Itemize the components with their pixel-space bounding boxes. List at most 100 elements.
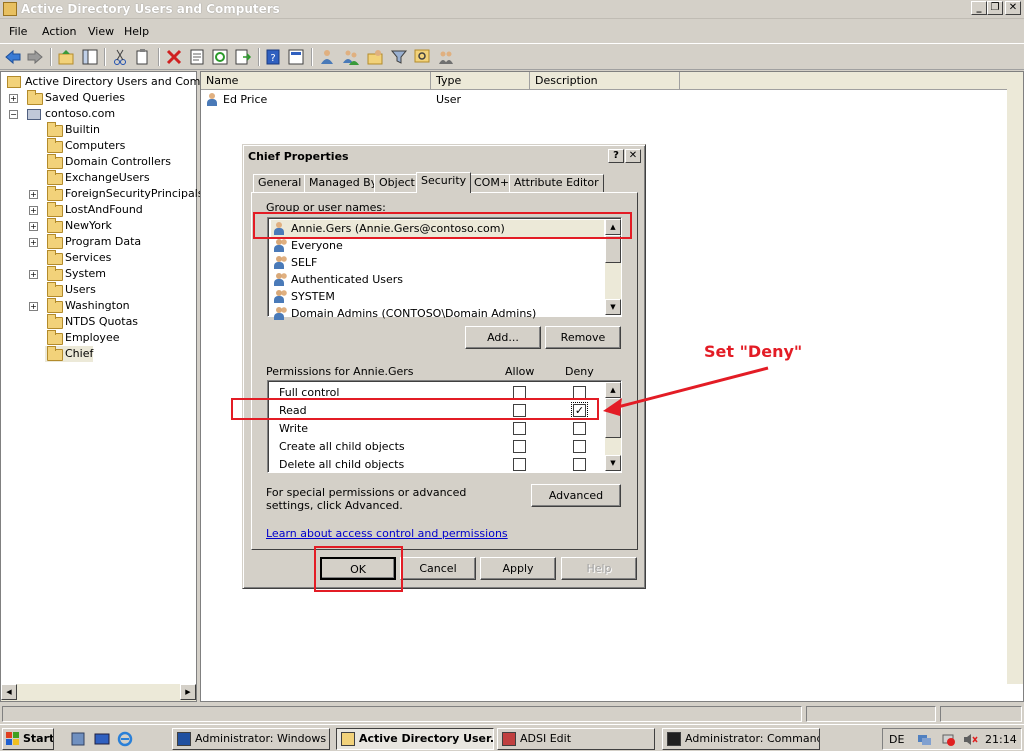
deny-checkbox[interactable] [573,458,586,471]
tab-managed-by[interactable]: Managed By [304,174,383,192]
language-indicator[interactable]: DE [889,733,904,746]
refresh-icon[interactable] [211,48,229,66]
minimize-button[interactable]: _ [971,1,987,15]
tree-item-employee[interactable]: Employee [45,330,119,346]
delete-icon[interactable] [165,48,183,66]
allow-checkbox[interactable] [513,422,526,435]
tree-item-foreignsecurityprincipals[interactable]: ForeignSecurityPrincipals [45,186,204,202]
expand-icon[interactable]: + [29,190,38,199]
expand-icon[interactable]: + [9,94,18,103]
show-tree-icon[interactable] [81,48,99,66]
action-center-icon[interactable] [941,732,956,747]
new-group-icon[interactable] [342,48,360,66]
deny-checkbox[interactable] [573,422,586,435]
user-list-item[interactable]: SELF [271,254,317,271]
internet-explorer-icon[interactable] [117,731,133,747]
menu-action[interactable]: Action [42,25,76,38]
menu-help[interactable]: Help [124,25,149,38]
export-list-icon[interactable] [234,48,252,66]
close-button[interactable]: ✕ [1005,1,1021,15]
user-list-item[interactable]: Domain Admins (CONTOSO\Domain Admins) [271,305,536,322]
column-name[interactable]: Name [201,72,431,90]
deny-checkbox[interactable] [573,440,586,453]
user-list-item[interactable]: Everyone [271,237,343,254]
tree-item-saved-queries[interactable]: Saved Queries [25,90,125,106]
expand-icon[interactable]: + [29,270,38,279]
new-ou-icon[interactable] [366,48,384,66]
tree-root[interactable]: Active Directory Users and Comput [5,74,219,90]
advanced-button[interactable]: Advanced [531,484,621,507]
perm-scroll-down-icon[interactable]: ▼ [605,455,621,471]
server-manager-icon[interactable] [70,731,86,747]
menu-view[interactable]: View [88,25,114,38]
tree-item-system[interactable]: System [45,266,106,282]
allow-checkbox[interactable] [513,440,526,453]
forward-arrow-icon[interactable] [26,48,44,66]
back-arrow-icon[interactable] [4,48,22,66]
tree-item-exchangeusers[interactable]: ExchangeUsers [45,170,150,186]
clock[interactable]: 21:14 [985,733,1017,746]
restore-button[interactable]: ❐ [987,1,1003,15]
taskbar-button[interactable]: Administrator: Command... [662,728,820,750]
tree-item-washington[interactable]: Washington [45,298,130,314]
new-user-icon[interactable] [318,48,336,66]
copy-icon[interactable] [134,48,152,66]
dialog-close-button[interactable]: ✕ [625,149,641,163]
add-button[interactable]: Add... [465,326,541,349]
expand-icon[interactable]: + [29,238,38,247]
scroll-right-icon[interactable]: ▶ [180,684,196,700]
tab-com-plus[interactable]: COM+ [469,174,515,192]
dialog-help-button[interactable]: ? [608,149,624,163]
find-icon[interactable] [413,48,431,66]
tree-item-services[interactable]: Services [45,250,111,266]
tree-item-ntds-quotas[interactable]: NTDS Quotas [45,314,138,330]
volume-muted-icon[interactable] [963,732,978,747]
expand-icon[interactable]: + [29,206,38,215]
tree-item-builtin[interactable]: Builtin [45,122,100,138]
help-book-icon[interactable]: ? [264,48,282,66]
tree-item-program-data[interactable]: Program Data [45,234,141,250]
column-type[interactable]: Type [431,72,530,90]
permissions-listbox[interactable]: Full control Read ✓ Write Create all child o… [267,380,622,473]
properties-icon[interactable] [188,48,206,66]
tree-item-users[interactable]: Users [45,282,96,298]
scroll-down-icon[interactable]: ▼ [605,299,621,315]
up-folder-icon[interactable] [57,48,75,66]
tree-item-contoso-com[interactable]: contoso.com [25,106,115,122]
window-titlebar[interactable]: Active Directory Users and Computers _ ❐… [0,0,1024,19]
tab-general[interactable]: General [253,174,307,192]
taskbar-button[interactable]: Administrator: Windows ... [172,728,330,750]
tree-item-newyork[interactable]: NewYork [45,218,112,234]
scroll-thumb[interactable] [605,235,621,263]
tree-item-chief[interactable]: Chief [45,346,94,362]
start-button[interactable]: Start [2,728,54,750]
network-icon[interactable] [917,732,932,747]
allow-checkbox[interactable] [513,458,526,471]
list-vscrollbar[interactable] [1007,72,1023,684]
collapse-icon[interactable]: − [9,110,18,119]
cut-icon[interactable] [111,48,129,66]
tab-attribute-editor[interactable]: Attribute Editor [509,174,604,192]
menu-file[interactable]: File [9,25,27,38]
show-desktop-icon[interactable] [94,731,110,747]
tree-item-lostandfound[interactable]: LostAndFound [45,202,143,218]
expand-icon[interactable]: + [29,302,38,311]
dialog-titlebar[interactable]: Chief Properties ? ✕ [246,148,642,166]
list-item[interactable]: Ed Price [206,92,267,108]
tab-security[interactable]: Security [416,172,472,193]
apply-button[interactable]: Apply [480,557,556,580]
console-tree-icon[interactable] [287,48,305,66]
add-to-group-icon[interactable] [437,48,455,66]
tree-hscrollbar[interactable]: ◀ ▶ [1,684,196,701]
scroll-left-icon[interactable]: ◀ [1,684,17,700]
filter-icon[interactable] [390,48,408,66]
remove-button[interactable]: Remove [545,326,621,349]
taskbar-button[interactable]: Active Directory User... [336,728,494,750]
cancel-button[interactable]: Cancel [400,557,476,580]
help-button[interactable]: Help [561,557,637,580]
tree-item-domain-controllers[interactable]: Domain Controllers [45,154,171,170]
expand-icon[interactable]: + [29,222,38,231]
tab-object[interactable]: Object [374,174,420,192]
user-list-item[interactable]: SYSTEM [271,288,335,305]
taskbar-button[interactable]: ADSI Edit [497,728,655,750]
